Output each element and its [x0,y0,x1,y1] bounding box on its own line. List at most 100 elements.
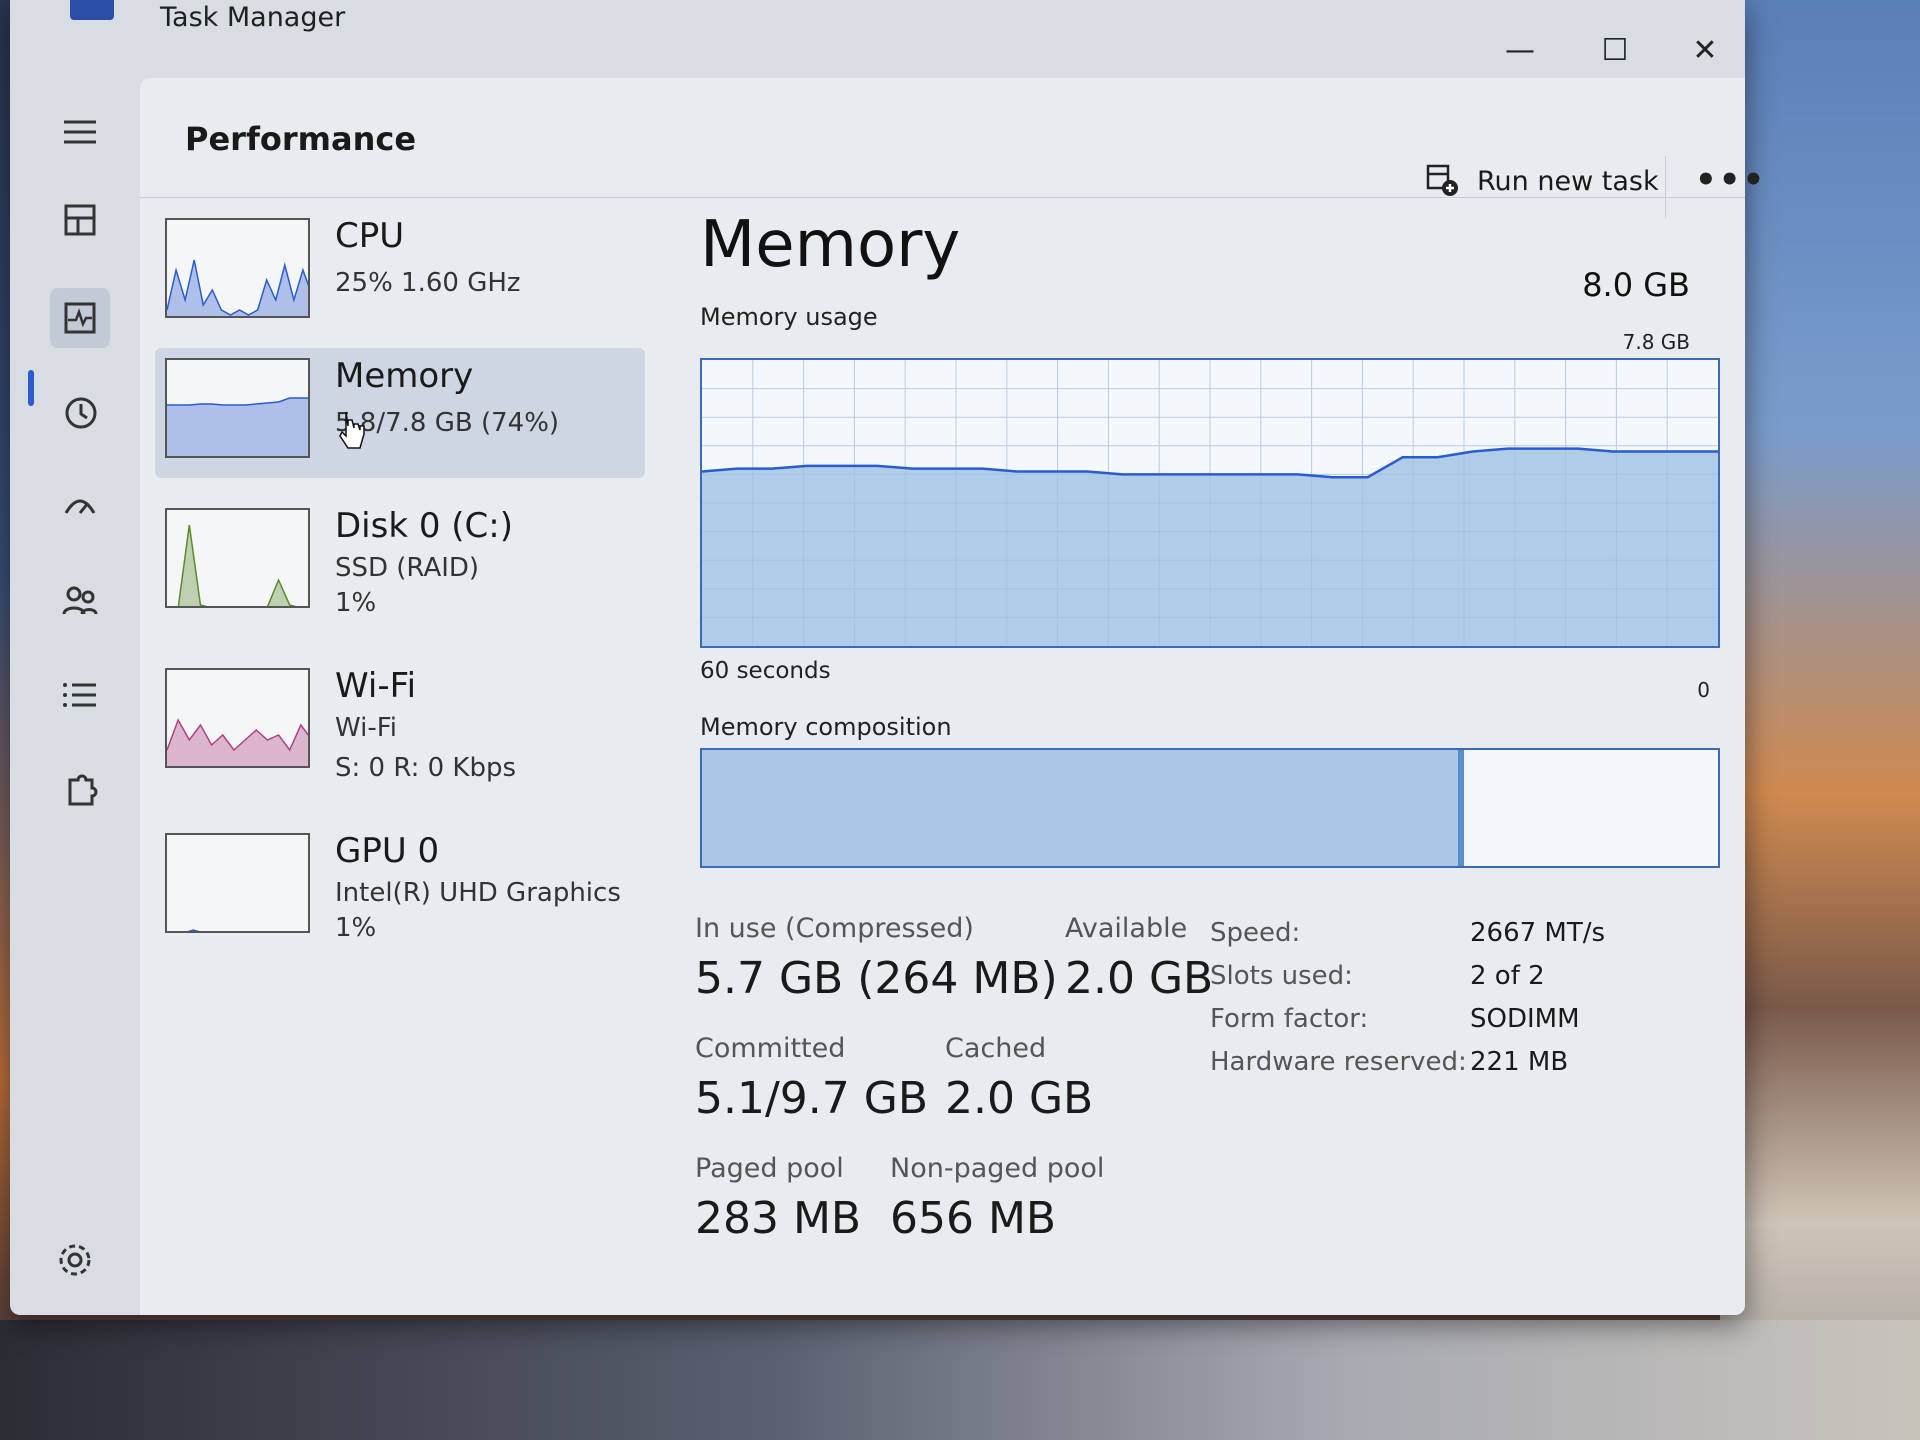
device-name: CPU [335,216,405,256]
device-gpu[interactable]: GPU 0 Intel(R) UHD Graphics 1% [155,823,645,953]
spec-label: Speed: [1210,918,1301,948]
maximize-button[interactable]: ☐ [1585,30,1645,70]
device-memory[interactable]: Memory 5.8/7.8 GB (74%) [155,348,645,478]
grid-icon [64,204,96,236]
gear-icon [59,1244,91,1276]
disk-thumbnail-graph [177,524,297,606]
more-options-button[interactable]: ••• [1695,160,1766,200]
memory-thumbnail-graph [167,397,308,456]
people-icon [62,586,98,615]
memory-composition-in-use [702,750,1464,866]
wifi-thumbnail-graph [167,718,308,766]
desktop-wallpaper-bottom [0,1320,1920,1440]
memory-usage-chart [701,360,1718,646]
nav-active-indicator [28,370,34,406]
device-name: GPU 0 [335,831,440,871]
paged-pool-value: 283 MB [695,1193,862,1244]
available-label: Available [1065,913,1188,944]
run-task-label: Run new task [1477,165,1659,197]
page-title: Performance [185,120,417,158]
memory-usage-graph [700,358,1720,648]
device-disk[interactable]: Disk 0 (C:) SSD (RAID) 1% [155,498,645,628]
device-wifi[interactable]: Wi-Fi Wi-Fi S: 0 R: 0 Kbps [155,658,645,788]
non-paged-pool-label: Non-paged pool [890,1153,1105,1184]
memory-usage-label: Memory usage [700,303,878,331]
in-use-label: In use (Compressed) [695,913,974,944]
details-icon[interactable] [50,665,110,725]
performance-pane: Performance Run new task ••• CPU 25% 1.6… [140,78,1764,1315]
thumbnail-area [190,930,197,931]
committed-value: 5.1/9.7 GB [695,1073,929,1124]
committed-label: Committed [695,1033,846,1064]
disk-thumbnail [165,508,310,608]
spec-label: Hardware reserved: [1210,1047,1467,1077]
header-divider [1665,156,1666,218]
graph-time-span: 60 seconds [700,658,831,684]
wifi-thumbnail [165,668,310,768]
cpu-thumbnail-graph [167,259,308,316]
device-detail: 5.8/7.8 GB (74%) [335,408,560,438]
list-icon [63,683,96,707]
spec-value: SODIMM [1470,1004,1580,1034]
settings-gear-icon[interactable] [50,1235,100,1285]
memory-title: Memory [700,208,961,282]
thumbnail-area [178,525,294,606]
device-detail: 1% [335,913,377,943]
device-name: Disk 0 (C:) [335,506,514,546]
memory-usage-max: 7.8 GB [1622,330,1690,354]
spec-label: Form factor: [1210,1004,1369,1034]
title-bar: Task Manager — ☐ ✕ [10,0,1745,68]
memory-total: 8.0 GB [1582,266,1690,304]
processes-icon[interactable] [50,190,110,250]
in-use-value: 5.7 GB (264 MB) [695,953,1058,1004]
desktop-wallpaper [1720,0,1920,1440]
non-paged-pool-value: 656 MB [890,1193,1057,1244]
performance-icon[interactable] [50,288,110,348]
services-icon[interactable] [50,760,110,820]
task-manager-icon [70,0,114,20]
device-detail: Intel(R) UHD Graphics [335,878,621,908]
device-detail: S: 0 R: 0 Kbps [335,753,517,783]
sidebar-nav [10,70,130,1310]
cpu-thumbnail [165,218,310,318]
thumbnail-area [167,260,308,316]
device-list: CPU 25% 1.60 GHz Memory 5.8/7.8 GB (74%)… [140,208,645,1108]
run-new-task-button[interactable]: Run new task [1425,163,1659,199]
puzzle-icon [68,774,98,806]
close-button[interactable]: ✕ [1675,30,1735,70]
users-icon[interactable] [50,570,110,630]
spec-label: Slots used: [1210,961,1353,991]
mouse-cursor-icon [339,411,365,449]
cached-value: 2.0 GB [945,1073,1094,1124]
device-name: Wi-Fi [335,666,417,706]
device-detail: 1% [335,588,377,618]
device-detail: Wi-Fi [335,713,398,743]
thumbnail-line [187,929,200,931]
hamburger-icon [64,120,96,144]
device-name: Memory [335,356,474,396]
hamburger-menu-icon[interactable] [50,102,110,162]
memory-composition-label: Memory composition [700,713,952,741]
run-task-icon [1426,164,1458,196]
startup-apps-icon[interactable] [50,475,110,535]
available-value: 2.0 GB [1065,953,1214,1004]
graph-axis-zero: 0 [1697,678,1710,702]
memory-usage-area [702,448,1718,646]
device-detail: 25% 1.60 GHz [335,268,521,298]
thumbnail-area [167,398,308,456]
device-detail: SSD (RAID) [335,553,480,583]
spec-value: 221 MB [1470,1047,1569,1077]
app-history-icon[interactable] [50,382,110,442]
thumbnail-area [167,720,308,766]
gauge-icon [64,499,96,514]
gpu-thumbnail [165,833,310,933]
memory-thumbnail [165,358,310,458]
minimize-button[interactable]: — [1490,30,1550,70]
device-cpu[interactable]: CPU 25% 1.60 GHz [155,208,645,338]
gpu-thumbnail-graph [187,929,200,931]
paged-pool-label: Paged pool [695,1153,844,1184]
spec-value: 2 of 2 [1470,961,1545,991]
memory-composition-bar [700,748,1720,868]
pulse-icon [64,302,96,334]
history-icon [65,397,97,429]
